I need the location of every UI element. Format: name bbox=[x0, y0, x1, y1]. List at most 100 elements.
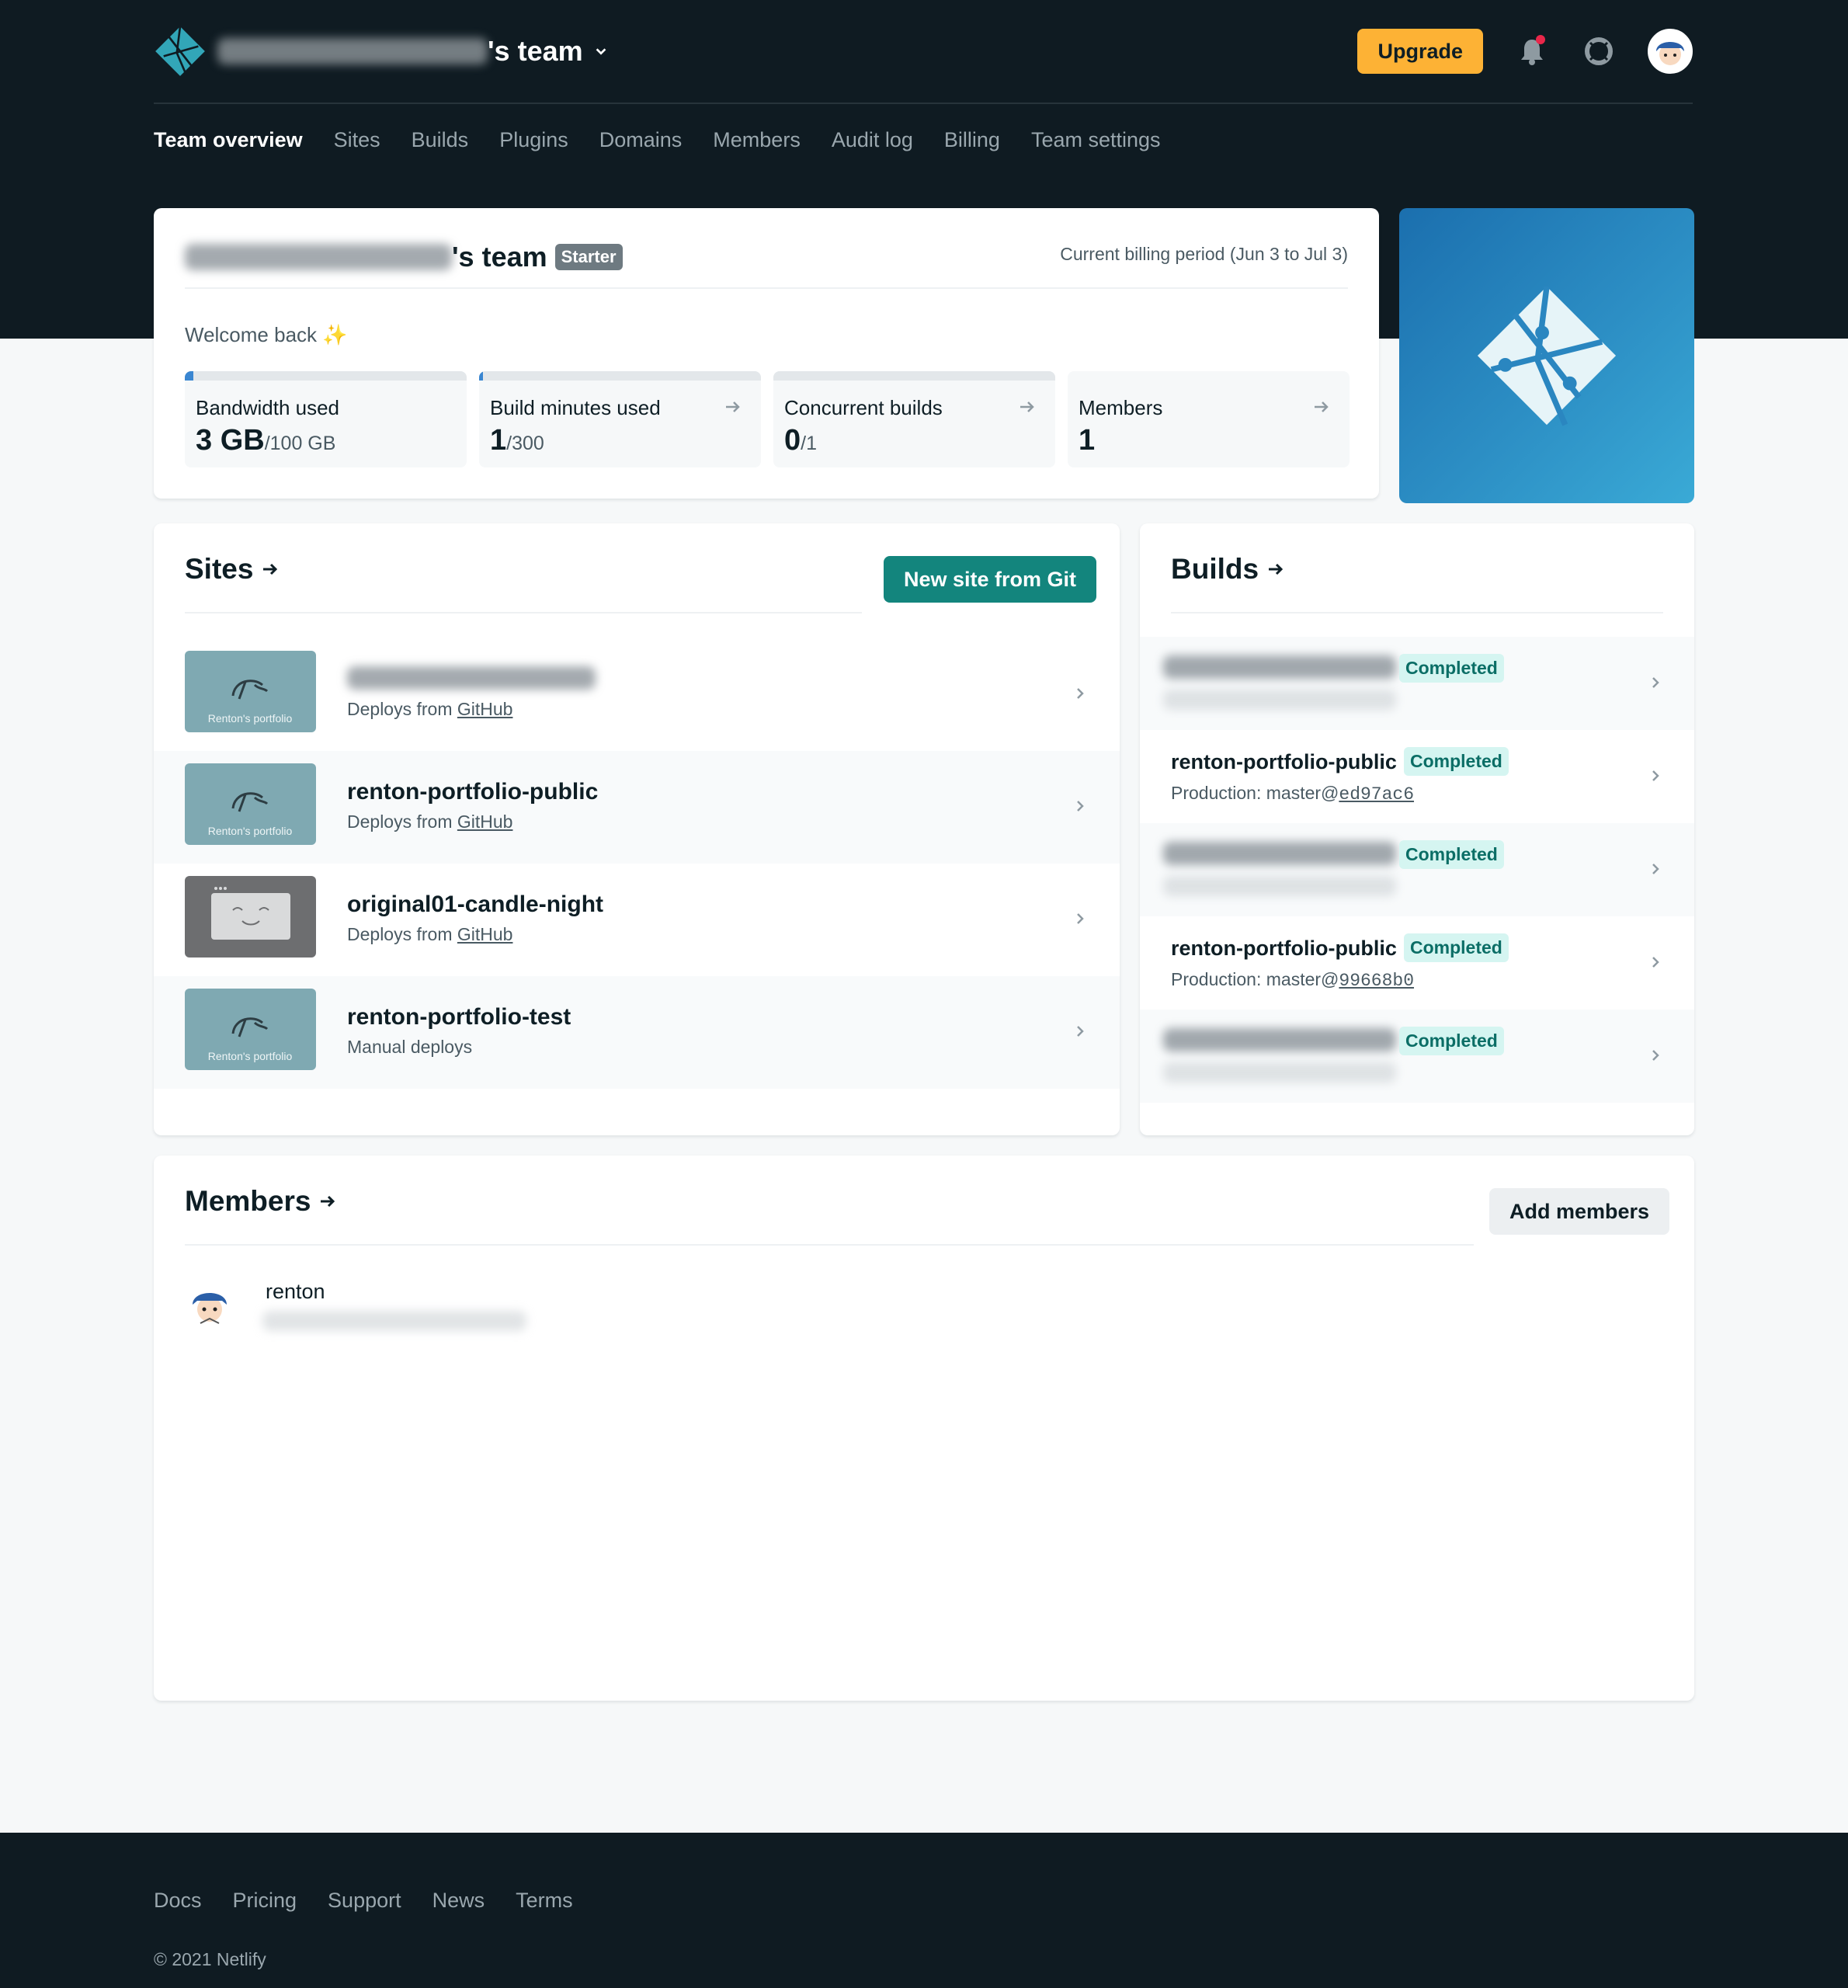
member-row[interactable]: renton bbox=[185, 1280, 526, 1331]
site-thumbnail: Renton's portfolio bbox=[185, 763, 316, 845]
footer-link-support[interactable]: Support bbox=[328, 1889, 401, 1913]
svg-text:Renton's portfolio: Renton's portfolio bbox=[208, 825, 293, 837]
site-deploy-source: Deploys from GitHub bbox=[347, 812, 513, 832]
team-switcher[interactable]: 's team bbox=[217, 35, 608, 68]
site-name-redacted bbox=[347, 666, 596, 696]
site-name: renton-portfolio-test bbox=[347, 1004, 571, 1030]
plan-badge: Starter bbox=[554, 244, 623, 270]
build-row[interactable]: renton-portfolio-public Completed Produc… bbox=[1140, 730, 1694, 823]
build-site-name: renton-portfolio-public bbox=[1171, 750, 1397, 773]
stat-label: Build minutes used bbox=[490, 396, 661, 419]
site-row[interactable]: original01-candle-night Deploys from Git… bbox=[154, 864, 1120, 976]
arrow-right-icon bbox=[263, 563, 278, 575]
sites-title-link[interactable]: Sites bbox=[185, 550, 862, 589]
status-badge: Completed bbox=[1404, 933, 1509, 962]
site-name: renton-portfolio-public bbox=[347, 779, 599, 805]
tab-team-settings[interactable]: Team settings bbox=[1031, 124, 1161, 155]
build-branch: Production: master@99668b0 bbox=[1171, 969, 1415, 991]
github-link[interactable]: GitHub bbox=[457, 924, 513, 944]
tab-billing[interactable]: Billing bbox=[944, 124, 1000, 155]
stat-build-minutes[interactable]: Build minutes used 1/300 bbox=[479, 371, 761, 467]
stat-bandwidth: Bandwidth used 3 GB/100 GB bbox=[185, 371, 467, 467]
commit-link[interactable]: ed97ac6 bbox=[1339, 784, 1414, 805]
github-link[interactable]: GitHub bbox=[457, 699, 513, 719]
build-row[interactable]: renton-portfolio-public Completed Produc… bbox=[1140, 916, 1694, 1010]
build-row[interactable]: Completed bbox=[1140, 1010, 1694, 1103]
footer-link-docs[interactable]: Docs bbox=[154, 1889, 202, 1913]
site-deploy-source: Deploys from GitHub bbox=[347, 699, 513, 719]
build-sub-redacted bbox=[1163, 876, 1396, 896]
stat-label: Members bbox=[1079, 396, 1163, 419]
tab-audit-log[interactable]: Audit log bbox=[832, 124, 913, 155]
site-thumbnail: Renton's portfolio bbox=[185, 989, 316, 1070]
site-row[interactable]: Renton's portfolio renton-portfolio-publ… bbox=[154, 751, 1120, 864]
tab-team-overview[interactable]: Team overview bbox=[154, 124, 303, 155]
members-title-link[interactable]: Members bbox=[185, 1182, 1474, 1221]
github-link[interactable]: GitHub bbox=[457, 812, 513, 832]
build-row[interactable]: Completed bbox=[1140, 637, 1694, 730]
chevron-right-icon bbox=[1652, 1050, 1659, 1061]
site-preview-image bbox=[211, 887, 290, 940]
notifications-button[interactable] bbox=[1514, 33, 1550, 69]
stat-value: 3 GB/100 GB bbox=[196, 424, 336, 457]
tab-members[interactable]: Members bbox=[713, 124, 801, 155]
member-name: renton bbox=[266, 1280, 325, 1303]
tab-plugins[interactable]: Plugins bbox=[499, 124, 568, 155]
new-site-from-git-button[interactable]: New site from Git bbox=[884, 556, 1097, 603]
team-suffix: 's team bbox=[488, 35, 583, 67]
footer-link-terms[interactable]: Terms bbox=[516, 1889, 573, 1913]
tab-domains[interactable]: Domains bbox=[599, 124, 683, 155]
usage-stats: Bandwidth used 3 GB/100 GB Build minutes… bbox=[185, 371, 1350, 467]
sites-header: Sites bbox=[185, 550, 862, 613]
help-button[interactable] bbox=[1581, 33, 1617, 69]
status-badge: Completed bbox=[1399, 654, 1504, 683]
chevron-down-icon bbox=[596, 48, 606, 55]
site-name: original01-candle-night bbox=[347, 891, 604, 917]
copyright: © 2021 Netlify bbox=[154, 1949, 266, 1969]
build-branch: Production: master@ed97ac6 bbox=[1171, 783, 1415, 805]
site-row[interactable]: Renton's portfolio renton-portfolio-test… bbox=[154, 976, 1120, 1089]
user-avatar[interactable] bbox=[1648, 29, 1693, 74]
chevron-right-icon bbox=[1652, 770, 1659, 781]
members-header: Members bbox=[185, 1182, 1474, 1246]
site-preview-image: Renton's portfolio bbox=[208, 792, 293, 837]
tab-builds[interactable]: Builds bbox=[412, 124, 469, 155]
sparkles-icon: ✨ bbox=[322, 323, 348, 346]
main-nav: Team overview Sites Builds Plugins Domai… bbox=[154, 124, 1192, 155]
stat-value: 1/300 bbox=[490, 424, 544, 457]
status-badge: Completed bbox=[1399, 840, 1504, 869]
team-overview-card: 's team Starter Current billing period (… bbox=[154, 208, 1379, 499]
bandwidth-progress bbox=[185, 371, 467, 381]
builds-title-link[interactable]: Builds bbox=[1171, 550, 1663, 589]
sites-card: Sites New site from Git Renton's portfol… bbox=[154, 523, 1120, 1135]
site-row[interactable]: Renton's portfolio Deploys from GitHub bbox=[154, 638, 1120, 751]
arrow-right-icon bbox=[1269, 563, 1284, 575]
netlify-promo-tile bbox=[1399, 208, 1694, 503]
chevron-right-icon bbox=[1652, 864, 1659, 874]
site-preview-image: Renton's portfolio bbox=[208, 679, 292, 725]
tab-sites[interactable]: Sites bbox=[334, 124, 380, 155]
stat-value: 1 bbox=[1079, 424, 1096, 457]
page: 's team Upgrade Team overview Sites Buil… bbox=[0, 0, 1848, 1988]
commit-link[interactable]: 99668b0 bbox=[1339, 971, 1414, 991]
footer-link-pricing[interactable]: Pricing bbox=[233, 1889, 297, 1913]
avatar-image bbox=[1650, 31, 1690, 71]
stat-label: Bandwidth used bbox=[196, 396, 340, 419]
add-members-button[interactable]: Add members bbox=[1489, 1188, 1670, 1235]
footer-link-news[interactable]: News bbox=[432, 1889, 485, 1913]
upgrade-button[interactable]: Upgrade bbox=[1357, 29, 1483, 74]
chevron-right-icon bbox=[1077, 801, 1084, 812]
site-thumbnail: Renton's portfolio bbox=[185, 651, 316, 732]
avatar bbox=[185, 1280, 234, 1329]
netlify-logo-icon[interactable] bbox=[154, 25, 207, 78]
footer: Docs Pricing Support News Terms © 2021 N… bbox=[0, 1833, 1848, 1988]
welcome-message: Welcome back ✨ bbox=[185, 323, 348, 347]
members-card: Members Add members renton bbox=[154, 1156, 1694, 1701]
overview-title: 's team Starter bbox=[185, 241, 623, 273]
topbar-actions: Upgrade bbox=[1357, 29, 1693, 74]
build-row[interactable]: Completed bbox=[1140, 823, 1694, 916]
stat-concurrent-builds[interactable]: Concurrent builds 0/1 bbox=[773, 371, 1055, 467]
stat-members[interactable]: Members 1 bbox=[1068, 371, 1350, 467]
team-name-redacted bbox=[217, 38, 488, 64]
member-email-redacted bbox=[262, 1311, 526, 1331]
